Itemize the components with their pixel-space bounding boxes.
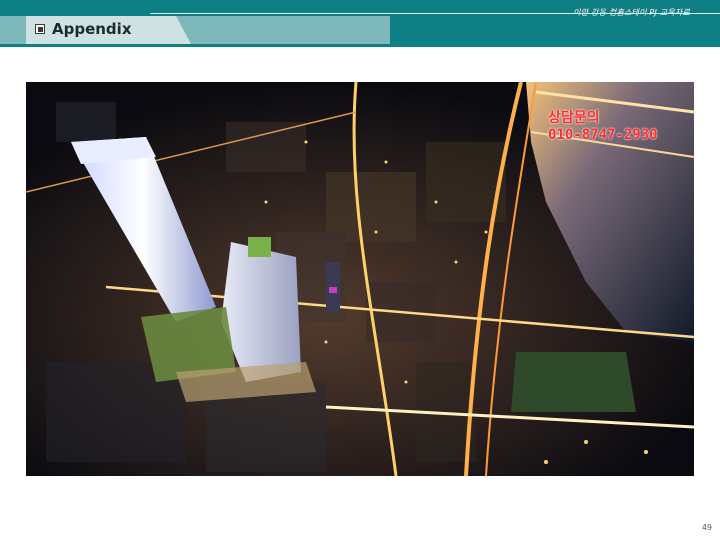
purple-sign — [329, 287, 337, 293]
riverside-park — [511, 352, 636, 412]
page-number: 49 — [701, 523, 712, 532]
square-bullet-icon — [35, 24, 45, 34]
document-subtitle: 이안 강동 컴홈스테이 PJ 교육자료 — [573, 8, 690, 17]
contact-label: 상담문의 — [548, 110, 600, 126]
page-title: Appendix — [52, 20, 132, 38]
contact-overlay: 상담문의 010-8747-2930 — [548, 110, 658, 144]
contact-phone: 010-8747-2930 — [548, 127, 658, 143]
rooftop-garden — [248, 237, 271, 257]
